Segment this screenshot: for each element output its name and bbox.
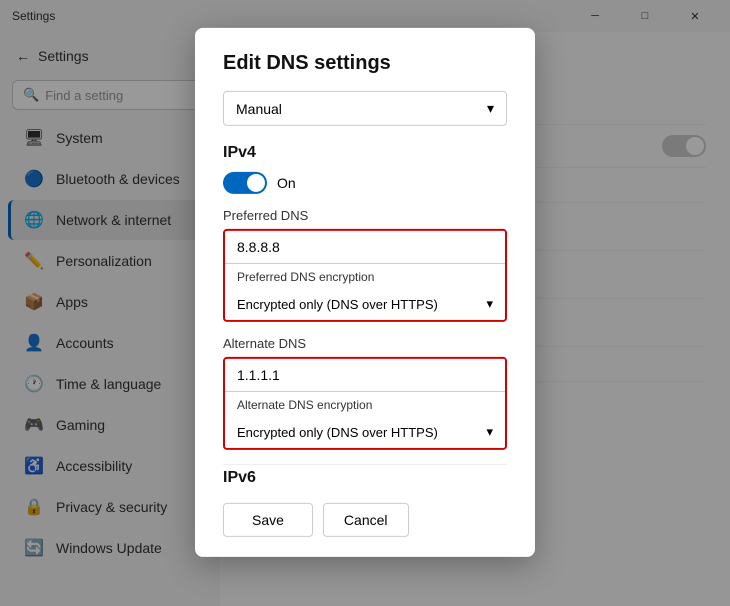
preferred-dns-label: Preferred DNS bbox=[223, 208, 507, 223]
alternate-dns-label: Alternate DNS bbox=[223, 336, 507, 351]
alternate-enc-label: Alternate DNS encryption bbox=[225, 392, 505, 416]
dns-mode-value: Manual bbox=[236, 100, 282, 116]
chevron-down-icon-alt: ▾ bbox=[486, 424, 493, 440]
preferred-enc-label: Preferred DNS encryption bbox=[225, 264, 505, 288]
ipv6-section-title: IPv6 bbox=[223, 464, 507, 487]
dns-mode-dropdown[interactable]: Manual ▾ bbox=[223, 91, 507, 126]
toggle-on-label: On bbox=[277, 175, 296, 191]
dialog-title: Edit DNS settings bbox=[223, 52, 507, 75]
alternate-dns-input[interactable] bbox=[225, 359, 505, 392]
chevron-down-icon-enc: ▾ bbox=[486, 296, 493, 312]
preferred-dns-box: Preferred DNS encryption Encrypted only … bbox=[223, 229, 507, 322]
dialog-actions: Save Cancel bbox=[223, 503, 507, 537]
edit-dns-dialog: Edit DNS settings Manual ▾ IPv4 On Prefe… bbox=[195, 28, 535, 557]
chevron-down-icon: ▾ bbox=[487, 100, 494, 117]
save-button[interactable]: Save bbox=[223, 503, 313, 537]
ipv4-section-title: IPv4 bbox=[223, 144, 507, 162]
alternate-enc-dropdown[interactable]: Encrypted only (DNS over HTTPS) ▾ bbox=[225, 416, 505, 448]
cancel-button[interactable]: Cancel bbox=[323, 503, 409, 537]
ipv4-toggle[interactable] bbox=[223, 172, 267, 194]
preferred-enc-dropdown[interactable]: Encrypted only (DNS over HTTPS) ▾ bbox=[225, 288, 505, 320]
ipv4-toggle-row: On bbox=[223, 172, 507, 194]
alternate-enc-value: Encrypted only (DNS over HTTPS) bbox=[237, 424, 438, 439]
preferred-enc-value: Encrypted only (DNS over HTTPS) bbox=[237, 296, 438, 311]
preferred-dns-input[interactable] bbox=[225, 231, 505, 264]
alternate-dns-box: Alternate DNS encryption Encrypted only … bbox=[223, 357, 507, 450]
